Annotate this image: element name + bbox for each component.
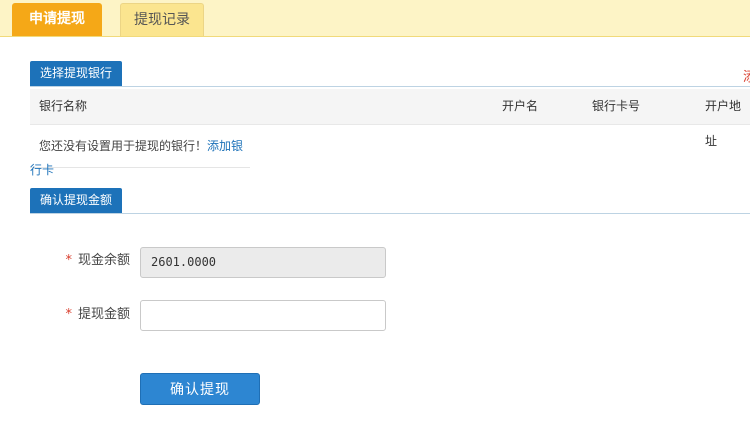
amount-section-header: 确认提现金额	[30, 188, 750, 214]
tab-withdrawal-records[interactable]: 提现记录	[120, 3, 204, 36]
column-bank-address: 开户地址	[705, 99, 742, 148]
balance-label-wrap: * 现金余额	[40, 251, 130, 271]
tab-bar: 申请提现 提现记录	[0, 0, 750, 37]
column-card-number: 银行卡号	[592, 99, 641, 113]
bank-section-title: 选择提现银行	[30, 61, 123, 86]
bank-section-header: 选择提现银行 添	[30, 61, 750, 87]
withdraw-amount-input[interactable]	[140, 300, 386, 331]
bank-empty-row: 您还没有设置用于提现的银行！添加银行卡	[30, 134, 250, 177]
required-mark: *	[65, 307, 72, 322]
balance-field: 2601.0000	[140, 247, 386, 278]
balance-label: 现金余额	[77, 253, 130, 268]
required-mark: *	[65, 253, 72, 268]
confirm-withdraw-button[interactable]: 确认提现	[140, 373, 260, 405]
column-account-name: 开户名	[502, 99, 539, 113]
amount-section-title: 确认提现金额	[30, 188, 123, 213]
bank-table-header: 银行名称 开户名 银行卡号 开户地址	[30, 89, 750, 148]
amount-label-wrap: * 提现金额	[40, 305, 130, 325]
add-bank-corner-link[interactable]: 添	[743, 66, 750, 85]
tab-apply-withdrawal[interactable]: 申请提现	[12, 3, 102, 36]
no-bank-message: 您还没有设置用于提现的银行！	[39, 139, 208, 153]
column-bank-name: 银行名称	[39, 99, 88, 113]
amount-label: 提现金额	[77, 307, 130, 322]
